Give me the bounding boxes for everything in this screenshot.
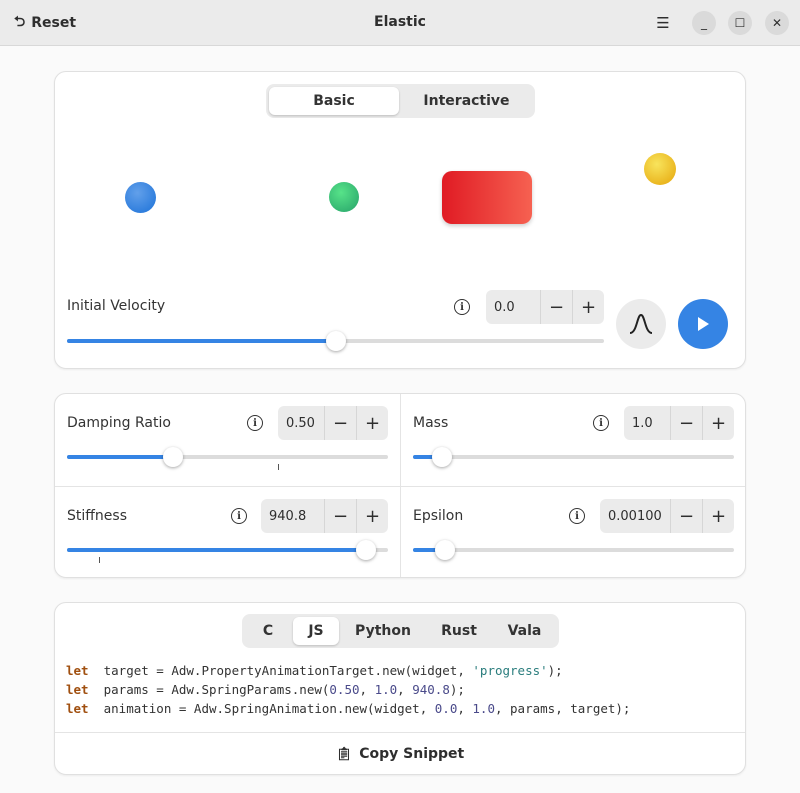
code-token: , [457,701,473,716]
tab-js[interactable]: JS [293,617,339,645]
yellow-ball [644,153,676,185]
demo-card: Basic Interactive Initial Velocity i 0.0… [54,71,746,369]
damping-spinbutton[interactable]: 0.50 − + [278,406,388,440]
blue-ball [125,182,156,213]
velocity-value[interactable]: 0.0 [486,290,540,324]
info-icon[interactable]: i [593,415,609,431]
tab-python[interactable]: Python [341,617,425,645]
stiffness-value[interactable]: 940.8 [261,499,324,533]
tab-interactive[interactable]: Interactive [401,87,532,115]
damping-slider[interactable] [67,447,388,467]
damping-value[interactable]: 0.50 [278,406,324,440]
slider-mark [278,464,279,470]
decrement-button[interactable]: − [670,499,702,533]
epsilon-label: Epsilon [413,508,464,524]
close-icon[interactable]: ✕ [765,11,789,35]
red-box [442,171,532,224]
copy-icon: 📋︎ [335,746,353,762]
slider-knob[interactable] [162,447,183,467]
epsilon-slider[interactable] [413,540,734,560]
code-token: let [66,663,89,678]
increment-button[interactable]: + [356,499,388,533]
stiffness-slider[interactable] [67,540,388,560]
slider-knob[interactable] [325,331,346,351]
info-icon[interactable]: i [231,508,247,524]
code-token: , [359,682,375,697]
mass-spinbutton[interactable]: 1.0 − + [624,406,734,440]
slider-knob[interactable] [431,447,452,467]
menu-icon[interactable]: ☰ [652,12,674,34]
code-token: 1.0 [472,701,495,716]
code-line: let animation = Adw.SpringAnimation.new(… [66,699,630,718]
window-title: Elastic [374,14,426,30]
tab-vala[interactable]: Vala [493,617,556,645]
epsilon-spinbutton[interactable]: 0.00100 − + [600,499,734,533]
tab-rust[interactable]: Rust [427,617,491,645]
decrement-button[interactable]: − [324,406,356,440]
mass-value[interactable]: 1.0 [624,406,670,440]
slider-knob[interactable] [435,540,456,560]
language-tabs: C JS Python Rust Vala [242,614,559,648]
increment-button[interactable]: + [572,290,604,324]
tab-c[interactable]: C [245,617,291,645]
velocity-spinbutton[interactable]: 0.0 − + [486,290,604,324]
damping-label: Damping Ratio [67,415,171,431]
velocity-slider[interactable] [67,331,604,351]
decrement-button[interactable]: − [540,290,572,324]
tab-basic[interactable]: Basic [269,87,399,115]
code-token: 1.0 [374,682,398,697]
decrement-button[interactable]: − [324,499,356,533]
params-card: Damping Ratio i 0.50 − + Mass i 1.0 − + St… [54,393,746,578]
divider [55,486,745,487]
code-token: let [66,682,89,697]
maximize-icon[interactable]: ☐ [728,11,752,35]
code-token: , [397,682,413,697]
code-token: let [66,701,89,716]
code-token: 0.50 [329,682,360,697]
code-token: animation = Adw.SpringAnimation.new(widg… [88,701,435,716]
bell-curve-icon [629,313,653,334]
increment-button[interactable]: + [356,406,388,440]
code-token: ); [547,663,563,678]
slider-knob[interactable] [355,540,376,560]
slider-fill [67,455,173,459]
increment-button[interactable]: + [702,499,734,533]
epsilon-value[interactable]: 0.00100 [600,499,670,533]
decrement-button[interactable]: − [670,406,702,440]
velocity-label: Initial Velocity [67,298,166,314]
info-icon[interactable]: i [247,415,263,431]
code-snippet: let target = Adw.PropertyAnimationTarget… [66,661,630,718]
code-line: let target = Adw.PropertyAnimationTarget… [66,661,630,680]
minimize-icon[interactable]: _ [692,11,716,35]
code-line: let params = Adw.SpringParams.new(0.50, … [66,680,630,699]
code-token: target = Adw.PropertyAnimationTarget.new… [88,663,473,678]
code-card: C JS Python Rust Vala let target = Adw.P… [54,602,746,775]
mass-label: Mass [413,415,449,431]
demo-tabs: Basic Interactive [266,84,535,118]
play-icon [698,317,709,331]
green-ball [329,182,359,212]
copy-snippet-button[interactable]: 📋︎ Copy Snippet [55,733,745,775]
code-token: 'progress' [472,663,548,678]
info-icon[interactable]: i [569,508,585,524]
code-token: ); [449,682,465,697]
slider-fill [67,339,336,343]
code-token: params = Adw.SpringParams.new( [88,682,330,697]
curve-button[interactable] [616,299,666,349]
code-token: 940.8 [412,682,450,697]
mass-slider[interactable] [413,447,734,467]
header-bar: ⮌ Reset Elastic ☰ _ ☐ ✕ [0,0,800,46]
slider-fill [67,548,366,552]
stiffness-spinbutton[interactable]: 940.8 − + [261,499,388,533]
info-icon[interactable]: i [454,299,470,315]
code-token: 0.0 [434,701,458,716]
stiffness-label: Stiffness [67,508,127,524]
slider-mark [99,557,100,563]
increment-button[interactable]: + [702,406,734,440]
code-token: , params, target); [494,701,631,716]
play-button[interactable] [678,299,728,349]
